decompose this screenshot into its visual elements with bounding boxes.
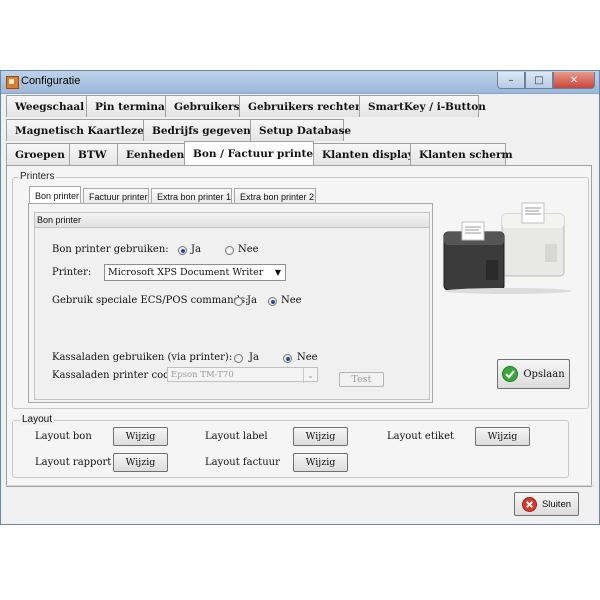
subtab-extra-bon-printer-1[interactable]: Extra bon printer 1 [151,188,232,204]
use-printer-label: Bon printer gebruiken: [52,244,169,255]
test-button[interactable]: Test [339,372,384,387]
bottom-separator [6,485,594,486]
layout-factuur-label: Layout factuur [205,457,280,468]
drawer-code-select[interactable]: Epson TM-T70 ⌄ [167,367,318,383]
tab-groepen[interactable]: Groepen [6,143,70,165]
printer-label: Printer: [52,267,92,278]
subtab-factuur-printer[interactable]: Factuur printer [83,188,149,204]
use-printer-no-radio[interactable] [225,246,234,255]
tab-smartkey[interactable]: SmartKey / i-Button [359,95,486,117]
minimize-icon[interactable]: – [497,72,525,89]
bon-printer-header: Bon printer [34,212,430,228]
escpos-yes-radio[interactable] [234,297,243,306]
escpos-yes-label: Ja [247,295,257,306]
tab-row-2: Magnetisch Kaartlezer Bedrijfs gegevens … [6,119,351,141]
use-printer-yes-label: Ja [191,244,201,255]
dropdown-arrow-icon: ⌄ [303,368,317,383]
close-button-label: Sluiten [541,498,572,510]
check-icon [502,366,519,382]
escpos-no-radio[interactable] [268,297,277,306]
layout-etiket-label: Layout etiket [387,431,455,442]
tab-pin-terminal[interactable]: Pin terminal [86,95,169,117]
dropdown-arrow-icon: ▼ [274,268,281,277]
close-icon[interactable]: ✕ [553,72,595,89]
layout-bon-label: Layout bon [35,431,92,442]
layout-bon-edit-button[interactable]: Wijzig [113,427,168,446]
printer-select-value: Microsoft XPS Document Writer [108,267,264,278]
drawer-no-label: Nee [297,352,318,363]
title-bar: Configuratie – □ ✕ [1,71,599,94]
escpos-no-label: Nee [281,295,302,306]
close-button[interactable]: Sluiten [514,492,579,516]
drawer-no-radio[interactable] [283,354,292,363]
layout-factuur-edit-button[interactable]: Wijzig [293,453,348,472]
tab-magnetisch-kaartlezer[interactable]: Magnetisch Kaartlezer [6,119,149,141]
layout-group-label: Layout [20,414,55,425]
drawer-yes-label: Ja [249,352,259,363]
tab-eenheden[interactable]: Eenheden [117,143,185,165]
drawer-code-label: Kassaladen printer code: [52,370,179,381]
subtab-bon-printer[interactable]: Bon printer [29,186,81,204]
tab-bon-factuur-printer[interactable]: Bon / Factuur printer [184,141,319,165]
app-icon [6,76,19,89]
tab-klanten-display[interactable]: Klanten display [313,143,414,165]
save-button-label: Opslaan [523,368,565,380]
drawer-code-value: Epson TM-T70 [171,369,234,380]
window-title: Configuratie [21,75,81,87]
drawer-label: Kassaladen gebruiken (via printer): [52,352,233,363]
tab-btw[interactable]: BTW [69,143,118,165]
maximize-icon[interactable]: □ [525,72,553,89]
printers-group-label: Printers [18,171,57,182]
use-printer-yes-radio[interactable] [178,246,187,255]
printer-select[interactable]: Microsoft XPS Document Writer ▼ [104,264,286,281]
tab-bedrijfs-gegevens[interactable]: Bedrijfs gegevens [143,119,257,141]
cancel-icon [521,496,537,512]
layout-label-edit-button[interactable]: Wijzig [293,427,348,446]
drawer-yes-radio[interactable] [234,354,243,363]
layout-rapport-edit-button[interactable]: Wijzig [113,453,168,472]
subtab-extra-bon-printer-2[interactable]: Extra bon printer 2 [234,188,316,204]
layout-label-label: Layout label [205,431,268,442]
use-printer-no-label: Nee [238,244,259,255]
tab-gebruikers-rechten[interactable]: Gebruikers rechten [239,95,363,117]
escpos-label: Gebruik speciale ECS/POS commands: [52,295,249,306]
printer-illustration [443,202,572,294]
tab-row-3: Groepen BTW Eenheden Bon / Factuur print… [6,141,513,165]
tab-gebruikers[interactable]: Gebruikers [165,95,240,117]
tab-weegschaal[interactable]: Weegschaal [6,95,87,117]
tab-setup-database[interactable]: Setup Database [250,119,351,141]
layout-rapport-label: Layout rapport [35,457,112,468]
tab-klanten-scherm[interactable]: Klanten scherm [410,143,513,165]
layout-etiket-edit-button[interactable]: Wijzig [475,427,530,446]
save-button[interactable]: Opslaan [497,359,570,389]
tab-row-1: Weegschaal Pin terminal Gebruikers Gebru… [6,95,486,117]
